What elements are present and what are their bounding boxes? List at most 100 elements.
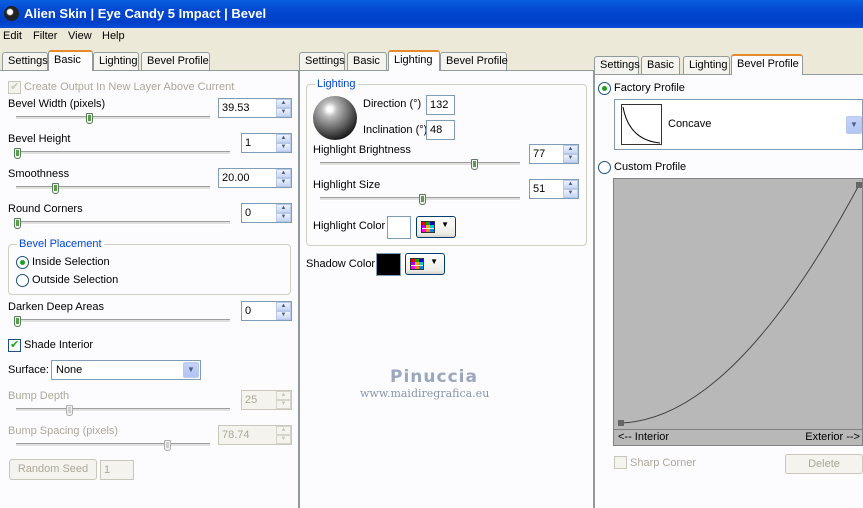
darken-label: Darken Deep Areas	[8, 301, 104, 313]
bevel-width-slider-thumb[interactable]	[86, 113, 93, 124]
curve-axis-bar: <-- Interior Exterior -->	[613, 430, 863, 446]
bevel-height-slider-thumb[interactable]	[14, 148, 21, 159]
direction-input[interactable]: 132	[426, 95, 455, 115]
delete-button[interactable]: Delete	[785, 454, 863, 474]
highlight-brightness-value: 77	[533, 148, 546, 160]
darken-slider[interactable]	[16, 319, 230, 323]
curve-start-handle	[618, 420, 624, 426]
tab-settings-left[interactable]: Settings	[2, 52, 48, 71]
smoothness-input[interactable]: 20.00 ▲ ▼	[218, 168, 292, 188]
tab-bevel-profile-left[interactable]: Bevel Profile	[141, 52, 210, 71]
tab-lighting-right[interactable]: Lighting	[683, 56, 730, 75]
smoothness-slider[interactable]	[16, 186, 210, 190]
custom-profile-label: Custom Profile	[614, 161, 687, 173]
menu-filter[interactable]: Filter	[33, 30, 57, 42]
factory-profile-select[interactable]: Concave ▼	[614, 99, 863, 150]
bevel-height-slider[interactable]	[16, 151, 230, 155]
create-output-checkbox[interactable]	[8, 80, 21, 94]
highlight-size-label: Highlight Size	[313, 179, 381, 191]
curve-end-handle	[856, 182, 862, 188]
outside-selection-label: Outside Selection	[32, 274, 119, 286]
bevel-width-value: 39.53	[222, 102, 250, 114]
smoothness-value: 20.00	[222, 172, 250, 184]
tab-settings-mid[interactable]: Settings	[299, 52, 345, 71]
bevel-height-label: Bevel Height	[8, 133, 71, 145]
highlight-color-label: Highlight Color	[313, 220, 386, 232]
watermark-url: www.maidiregrafica.eu	[360, 387, 490, 400]
concave-profile-thumbnail	[621, 104, 662, 145]
smoothness-label: Smoothness	[8, 168, 70, 180]
chevron-down-icon: ▼	[430, 257, 438, 266]
highlight-brightness-input[interactable]: 77 ▲ ▼	[529, 144, 579, 164]
window-title: Alien Skin | Eye Candy 5 Impact | Bevel	[24, 6, 267, 21]
bump-spacing-slider[interactable]	[16, 443, 210, 447]
title-bar: Alien Skin | Eye Candy 5 Impact | Bevel	[0, 0, 863, 28]
menu-view[interactable]: View	[68, 30, 92, 42]
bevel-width-slider[interactable]	[16, 116, 210, 120]
inside-selection-radio[interactable]	[16, 256, 29, 269]
round-corners-slider[interactable]	[16, 221, 230, 225]
tab-lighting-mid[interactable]: Lighting	[388, 50, 440, 71]
tab-basic-mid[interactable]: Basic	[347, 52, 387, 71]
factory-profile-label: Factory Profile	[614, 82, 685, 94]
darken-slider-thumb[interactable]	[14, 316, 21, 327]
chevron-down-icon: ▼	[441, 220, 449, 229]
palette-icon	[421, 221, 435, 233]
bevel-width-label: Bevel Width (pixels)	[8, 98, 106, 110]
bump-depth-input[interactable]: 25 ▲ ▼	[241, 390, 292, 410]
direction-value: 132	[430, 99, 449, 111]
inclination-input[interactable]: 48	[426, 120, 455, 140]
highlight-brightness-slider[interactable]	[320, 162, 520, 166]
highlight-size-input[interactable]: 51 ▲ ▼	[529, 179, 579, 199]
factory-profile-value: Concave	[668, 118, 712, 130]
bevel-placement-title: Bevel Placement	[17, 238, 104, 250]
round-corners-slider-thumb[interactable]	[14, 218, 21, 229]
menu-help[interactable]: Help	[102, 30, 125, 42]
menu-bar: Edit Filter View Help	[0, 28, 863, 46]
bump-spacing-slider-thumb[interactable]	[164, 440, 171, 451]
light-direction-sphere[interactable]	[313, 96, 357, 140]
palette-icon	[410, 258, 424, 270]
shade-interior-checkbox[interactable]	[8, 338, 21, 352]
round-corners-input[interactable]: 0 ▲ ▼	[241, 203, 292, 223]
interior-label: <-- Interior	[618, 431, 670, 443]
shadow-palette-button[interactable]: ▼	[405, 253, 445, 275]
bump-spacing-value: 78.74	[222, 429, 250, 441]
lighting-group-title: Lighting	[315, 78, 358, 90]
tab-basic-left[interactable]: Basic	[48, 50, 93, 71]
inclination-label: Inclination (°)	[363, 124, 428, 136]
surface-select[interactable]: None ▼	[51, 360, 201, 380]
tab-basic-right[interactable]: Basic	[641, 56, 680, 75]
chevron-down-icon[interactable]: ▼	[183, 362, 199, 378]
tab-lighting-left[interactable]: Lighting	[93, 52, 139, 71]
factory-profile-radio[interactable]	[598, 82, 611, 95]
smoothness-slider-thumb[interactable]	[52, 183, 59, 194]
bevel-width-input[interactable]: 39.53 ▲ ▼	[218, 98, 292, 118]
darken-value: 0	[245, 305, 252, 317]
custom-profile-radio[interactable]	[598, 161, 611, 174]
highlight-size-slider-thumb[interactable]	[419, 194, 426, 205]
tab-bevel-profile-right[interactable]: Bevel Profile	[731, 54, 803, 75]
outside-selection-radio[interactable]	[16, 274, 29, 287]
darken-input[interactable]: 0 ▲ ▼	[241, 301, 292, 321]
bump-spacing-input[interactable]: 78.74 ▲ ▼	[218, 425, 292, 445]
profile-curve	[618, 182, 862, 426]
tab-bevel-profile-mid[interactable]: Bevel Profile	[440, 52, 508, 71]
bevel-height-input[interactable]: 1 ▲ ▼	[241, 133, 292, 153]
menu-edit[interactable]: Edit	[3, 30, 22, 42]
highlight-brightness-slider-thumb[interactable]	[471, 159, 478, 170]
surface-label: Surface:	[8, 364, 49, 376]
random-seed-button[interactable]: Random Seed	[9, 459, 97, 480]
chevron-down-icon[interactable]: ▼	[846, 116, 862, 134]
highlight-palette-button[interactable]: ▼	[416, 216, 456, 238]
bump-depth-slider-thumb[interactable]	[66, 405, 73, 416]
random-seed-input[interactable]: 1	[100, 460, 134, 480]
direction-label: Direction (°)	[363, 98, 422, 110]
custom-profile-curve-editor[interactable]	[613, 178, 863, 430]
sharp-corner-checkbox[interactable]	[614, 456, 627, 469]
shadow-color-label: Shadow Color	[306, 258, 376, 270]
bump-depth-slider[interactable]	[16, 408, 230, 412]
highlight-color-swatch[interactable]	[387, 216, 411, 239]
shadow-color-swatch[interactable]	[376, 253, 401, 276]
tab-settings-right[interactable]: Settings	[594, 56, 640, 75]
